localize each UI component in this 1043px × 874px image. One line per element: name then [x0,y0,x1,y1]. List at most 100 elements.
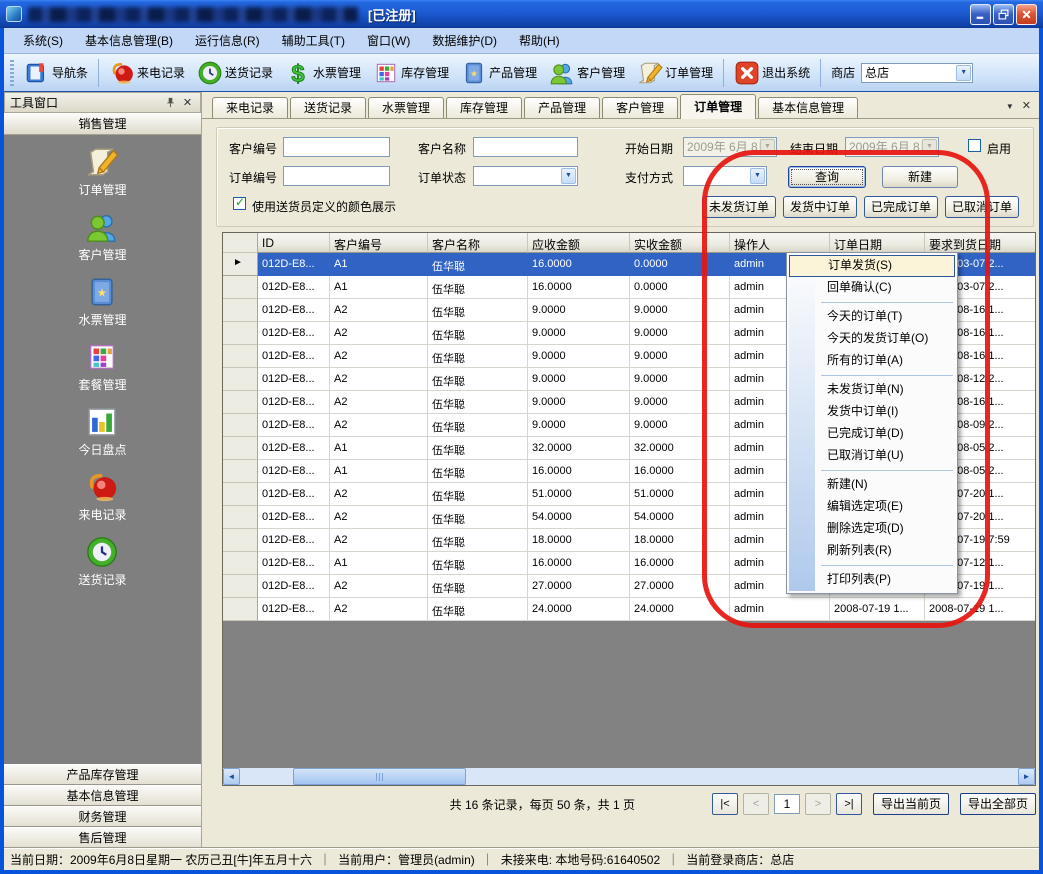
sidebar-group[interactable]: 基本信息管理 [4,785,201,806]
context-menu-item[interactable]: 已完成订单(D) [789,423,955,445]
context-menu-item[interactable]: 已取消订单(U) [789,445,955,467]
column-header[interactable]: ID [258,233,330,253]
context-menu-item[interactable]: 未发货订单(N) [789,379,955,401]
pin-button[interactable] [163,96,178,110]
tab-1[interactable]: 来电记录 [212,97,288,118]
end-date-picker[interactable]: 2009年 6月 8日 [845,137,939,157]
tab-3[interactable]: 水票管理 [368,97,444,118]
tab-8[interactable]: 基本信息管理 [758,97,858,118]
customer-no-input[interactable] [283,137,390,157]
color-checkbox[interactable] [233,197,246,210]
menu-item[interactable]: 系统(S) [12,29,74,52]
column-header[interactable]: 操作人 [730,233,830,253]
tab-5[interactable]: 产品管理 [524,97,600,118]
menu-item[interactable]: 数据维护(D) [421,29,508,52]
toolbar-button[interactable]: ★产品管理 [455,58,543,88]
order-status-select[interactable] [473,166,578,186]
horizontal-scrollbar[interactable]: ◄ ► [223,768,1035,785]
customer-name-input[interactable] [473,137,578,157]
tab-close-icon[interactable] [1022,98,1031,112]
toolbar-button[interactable]: 订单管理 [631,58,719,88]
toolbar-button[interactable]: 送货记录 [191,58,279,88]
payment-select[interactable] [683,166,767,186]
menu-item[interactable]: 窗口(W) [356,29,421,52]
chevron-down-icon[interactable] [956,65,971,81]
new-button[interactable]: 新建 [882,166,958,188]
first-page-button[interactable]: |< [712,793,738,815]
enable-checkbox[interactable] [968,139,981,152]
chevron-down-icon[interactable] [922,139,937,155]
context-menu-item[interactable]: 今天的发货订单(O) [789,328,955,350]
context-menu-item[interactable]: 新建(N) [789,474,955,496]
toolbar-button[interactable]: 客户管理 [543,58,631,88]
status-filter-button[interactable]: 未发货订单 [702,196,776,218]
sidebar-section-sales[interactable]: 销售管理 [4,113,201,135]
sidebar-item[interactable]: 今日盘点 [78,405,126,458]
column-header[interactable]: 实收金额 [630,233,730,253]
last-page-button[interactable]: >| [836,793,862,815]
column-header[interactable]: 订单日期 [830,233,925,253]
tab-4[interactable]: 库存管理 [446,97,522,118]
sidebar-item[interactable]: ★水票管理 [78,275,126,328]
page-input[interactable] [774,794,800,814]
menu-item[interactable]: 帮助(H) [508,29,571,52]
export-all-pages-button[interactable]: 导出全部页 [960,793,1036,815]
column-header[interactable]: 要求到货日期 [925,233,1036,253]
order-no-input[interactable] [283,166,390,186]
chevron-down-icon[interactable] [750,168,765,184]
export-current-page-button[interactable]: 导出当前页 [873,793,949,815]
sidebar-item[interactable]: 订单管理 [78,145,126,198]
prev-page-button[interactable]: < [743,793,769,815]
menu-item[interactable]: 基本信息管理(B) [74,29,184,52]
start-date-picker[interactable]: 2009年 6月 8日 [683,137,777,157]
status-filter-button[interactable]: 已完成订单 [864,196,938,218]
sidebar-item[interactable]: 套餐管理 [78,340,126,393]
context-menu-item[interactable]: 编辑选定项(E) [789,496,955,518]
context-menu-item[interactable]: 回单确认(C) [789,277,955,299]
toolbar-button[interactable]: 退出系统 [728,58,816,88]
menu-item[interactable]: 辅助工具(T) [271,29,356,52]
restore-button[interactable] [993,4,1014,25]
toolbar-button[interactable]: 库存管理 [367,58,455,88]
minimize-button[interactable] [970,4,991,25]
sidebar-group[interactable]: 售后管理 [4,827,201,848]
status-filter-button[interactable]: 发货中订单 [783,196,857,218]
sidebar-item[interactable]: 送货记录 [78,535,126,588]
toolbar-button[interactable]: $水票管理 [279,58,367,88]
next-page-button[interactable]: > [805,793,831,815]
chevron-down-icon[interactable] [760,139,775,155]
context-menu-item[interactable]: 刷新列表(R) [789,540,955,562]
table-row[interactable]: 012D-E8...A2伍华聪24.000024.0000admin2008-0… [223,598,1035,621]
column-header[interactable]: 客户编号 [330,233,428,253]
tab-7[interactable]: 订单管理 [680,94,756,119]
scroll-right-icon[interactable]: ► [1018,768,1035,785]
menu-item[interactable]: 运行信息(R) [184,29,271,52]
scroll-left-icon[interactable]: ◄ [223,768,240,785]
sidebar-item[interactable]: 客户管理 [78,210,126,263]
column-header[interactable]: 应收金额 [528,233,630,253]
context-menu-item[interactable]: 打印列表(P) [789,569,955,591]
context-menu-item[interactable]: 所有的订单(A) [789,350,955,372]
chevron-down-icon[interactable] [561,168,576,184]
toolbar-grip[interactable] [10,60,14,86]
query-button[interactable]: 查询 [788,166,866,188]
shop-select[interactable]: 总店 [861,63,973,83]
toolbar-button[interactable]: 导航条 [18,58,94,88]
tab-6[interactable]: 客户管理 [602,97,678,118]
tool-window-close-icon[interactable] [180,96,195,110]
sidebar-item[interactable]: 来电记录 [78,470,126,523]
context-menu-item[interactable]: 删除选定项(D) [789,518,955,540]
sidebar-group[interactable]: 财务管理 [4,806,201,827]
tab-list-dropdown-icon[interactable] [1006,98,1014,112]
close-button[interactable] [1016,4,1037,25]
scrollbar-thumb[interactable] [293,768,466,785]
context-menu-item[interactable]: 今天的订单(T) [789,306,955,328]
grid-corner[interactable] [223,233,258,253]
sidebar-group[interactable]: 产品库存管理 [4,764,201,785]
context-menu-item[interactable]: 订单发货(S) [789,255,955,277]
context-menu-item[interactable]: 发货中订单(I) [789,401,955,423]
column-header[interactable]: 客户名称 [428,233,528,253]
toolbar-button[interactable]: 来电记录 [103,58,191,88]
status-filter-button[interactable]: 已取消订单 [945,196,1019,218]
tab-2[interactable]: 送货记录 [290,97,366,118]
